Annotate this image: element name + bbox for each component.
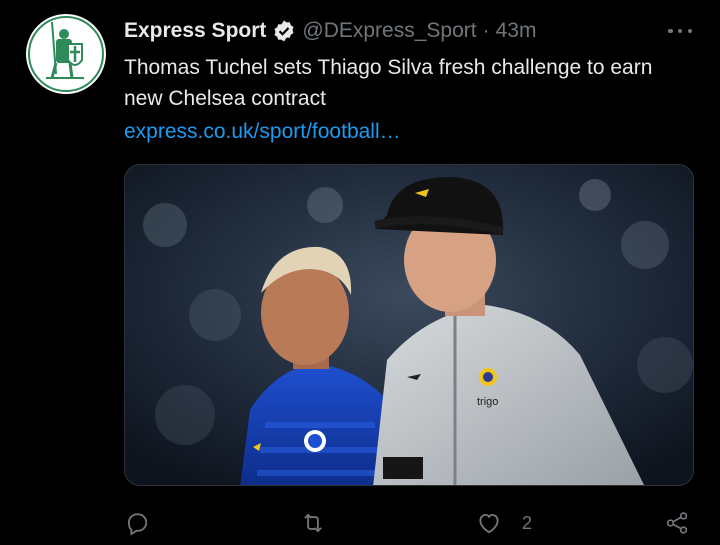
tweet-photo[interactable]: trigo	[124, 164, 694, 486]
express-crusader-logo	[28, 16, 104, 92]
retweet-icon	[304, 513, 322, 533]
tweet-header: Express Sport @DExpress_Sport · 43m	[124, 16, 536, 46]
share-icon	[666, 512, 688, 534]
reply-button[interactable]	[124, 506, 150, 540]
photo-players-illustration: trigo	[125, 165, 693, 485]
heart-icon	[479, 513, 499, 534]
retweet-button[interactable]	[300, 506, 326, 540]
tweet-actions: 2	[124, 506, 700, 540]
avatar[interactable]	[26, 14, 106, 94]
author-handle[interactable]: @DExpress_Sport	[302, 19, 476, 43]
timestamp[interactable]: 43m	[496, 19, 537, 43]
like-count: 2	[522, 512, 533, 533]
reply-icon	[127, 513, 148, 536]
tweet-link[interactable]: express.co.uk/sport/football…	[124, 116, 401, 147]
author-name[interactable]: Express Sport	[124, 19, 266, 43]
verified-badge-icon	[274, 20, 294, 42]
share-button[interactable]	[664, 506, 690, 540]
separator-dot: ·	[482, 19, 490, 42]
tweet[interactable]: Express Sport @DExpress_Sport · 43m Thom…	[0, 0, 720, 545]
like-button[interactable]: 2	[476, 506, 532, 540]
shirt-sponsor-text: trigo	[477, 396, 498, 408]
tweet-text: Thomas Tuchel sets Thiago Silva fresh ch…	[124, 56, 653, 110]
more-options-icon[interactable]	[668, 24, 692, 38]
